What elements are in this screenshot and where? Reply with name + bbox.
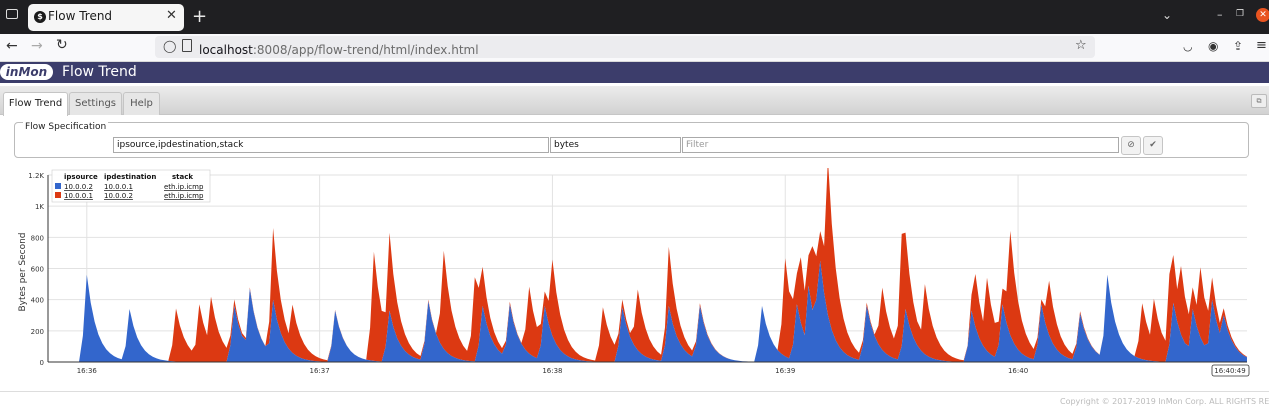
- keys-input[interactable]: ipsource,ipdestination,stack: [113, 137, 549, 153]
- reload-icon[interactable]: ↻: [56, 37, 68, 53]
- favicon-icon: $: [34, 11, 46, 23]
- legend-cell[interactable]: 10.0.0.1: [104, 183, 133, 191]
- pocket-icon[interactable]: ◡: [1183, 40, 1193, 53]
- legend-header: ipsource: [64, 173, 98, 181]
- minimize-icon[interactable]: –: [1217, 8, 1223, 21]
- end-time-label: 16:40:49: [1214, 367, 1245, 375]
- x-tick-label: 16:37: [310, 367, 330, 375]
- tab-flow-trend[interactable]: Flow Trend: [3, 92, 68, 116]
- legend-swatch: [55, 192, 61, 198]
- footer-divider: [0, 391, 1269, 392]
- maximize-icon[interactable]: ❐: [1236, 9, 1244, 19]
- chevron-down-icon[interactable]: ⌄: [1162, 8, 1172, 22]
- url-host: localhost: [199, 43, 253, 57]
- x-tick-label: 16:39: [775, 367, 795, 375]
- y-tick-label: 1K: [35, 203, 44, 211]
- back-icon[interactable]: ←: [6, 38, 18, 54]
- shield-icon[interactable]: ◯: [163, 39, 176, 53]
- legend-header: ipdestination: [104, 173, 156, 181]
- browser-tab[interactable]: $ Flow Trend ✕: [28, 4, 184, 31]
- flow-trend-chart: 0 200 400 600 800 1K 1.2K 16:36 16:37 16:38 16:39 1…: [18, 168, 1250, 377]
- legend-cell[interactable]: 10.0.0.2: [64, 183, 93, 191]
- bookmark-star-icon[interactable]: ☆: [1075, 38, 1087, 53]
- value-input[interactable]: bytes: [550, 137, 681, 153]
- x-tick-label: 16:40: [1008, 367, 1028, 375]
- submit-check-icon[interactable]: ✔: [1143, 136, 1163, 155]
- tab-help[interactable]: Help: [123, 92, 160, 115]
- app-title: Flow Trend: [62, 64, 137, 80]
- y-tick-label: 0: [40, 359, 44, 367]
- flow-spec-legend: Flow Specification: [23, 122, 109, 132]
- new-tab-icon[interactable]: +: [192, 6, 207, 27]
- url-path: :8008/app/flow-trend/html/index.html: [252, 43, 479, 57]
- clear-icon[interactable]: ⊘: [1121, 136, 1141, 155]
- tab-title: Flow Trend: [48, 9, 113, 23]
- menu-icon[interactable]: ≡: [1256, 38, 1267, 53]
- legend-cell[interactable]: eth.ip.icmp: [164, 183, 204, 191]
- legend-swatch: [55, 183, 61, 189]
- tab-settings[interactable]: Settings: [69, 92, 122, 115]
- x-tick-label: 16:38: [542, 367, 562, 375]
- tab-overview-icon[interactable]: [6, 9, 18, 19]
- y-tick-label: 1.2K: [28, 172, 44, 180]
- series-area-red: [48, 168, 1247, 362]
- page-icon[interactable]: [182, 39, 192, 52]
- y-tick-label: 200: [31, 328, 44, 336]
- fullscreen-icon[interactable]: ⧉: [1251, 94, 1267, 108]
- app-header: [0, 62, 1269, 83]
- x-tick-label: 16:36: [77, 367, 98, 375]
- y-tick-label: 600: [31, 266, 44, 274]
- y-axis-label: Bytes per Second: [18, 232, 28, 311]
- y-tick-label: 400: [31, 297, 44, 305]
- extensions-icon[interactable]: ⇪: [1233, 39, 1243, 53]
- legend-cell[interactable]: 10.0.0.1: [64, 192, 93, 200]
- y-tick-label: 800: [31, 234, 44, 242]
- window-close-icon[interactable]: ✕: [1256, 8, 1269, 22]
- browser-tab-bar: $ Flow Trend ✕ + ⌄ – ❐ ✕: [0, 0, 1269, 34]
- url-bar[interactable]: ◯ localhost:8008/app/flow-trend/html/ind…: [155, 36, 1095, 58]
- url-text: localhost:8008/app/flow-trend/html/index…: [199, 39, 479, 58]
- filter-input[interactable]: Filter: [682, 137, 1119, 153]
- forward-icon[interactable]: →: [31, 38, 43, 54]
- chart-legend: ipsource ipdestination stack10.0.0.2 10.0.0…: [51, 169, 211, 203]
- legend-cell[interactable]: 10.0.0.2: [104, 192, 133, 200]
- account-icon[interactable]: ◉: [1208, 39, 1218, 53]
- app-tab-strip: [0, 86, 1269, 115]
- inmon-logo: inMon: [0, 64, 53, 80]
- legend-cell[interactable]: eth.ip.icmp: [164, 192, 204, 200]
- close-icon[interactable]: ✕: [166, 8, 177, 23]
- legend-header: stack: [172, 173, 193, 181]
